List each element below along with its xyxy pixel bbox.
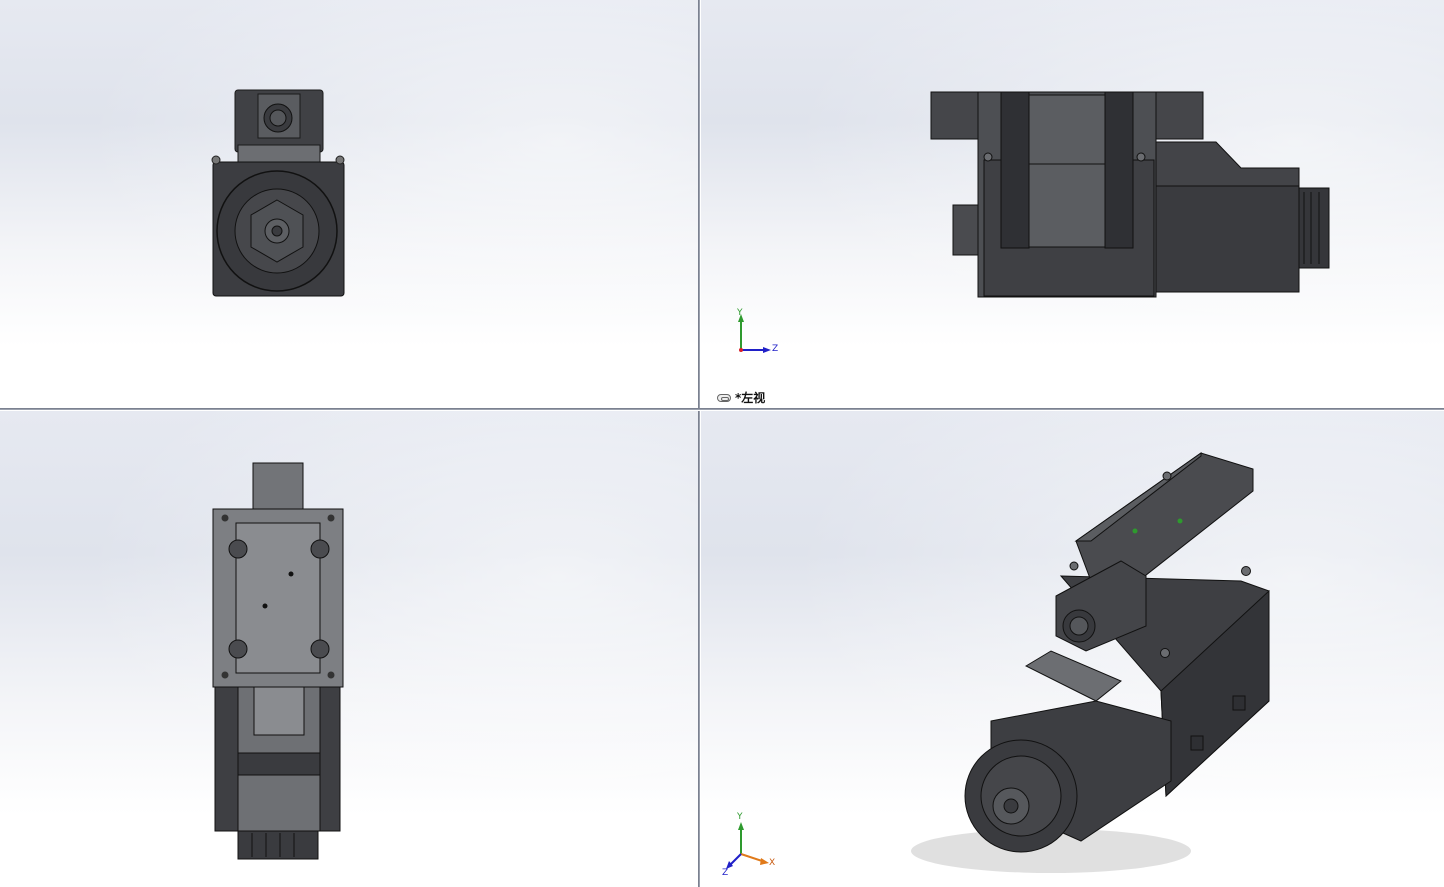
coordinate-triad: Y X Z — [721, 812, 781, 878]
viewport-left[interactable]: Y Z *左视 — [701, 0, 1444, 408]
axis-x-label: X — [769, 858, 776, 868]
axis-z-label: Z — [722, 868, 729, 878]
view-name-label[interactable]: *左视 — [717, 389, 765, 406]
viewport-front[interactable] — [0, 0, 698, 408]
front-view-model — [211, 89, 345, 297]
viewport-isometric[interactable]: Y X Z — [701, 411, 1444, 887]
axis-z-label: Z — [772, 344, 779, 354]
view-name-text: *左视 — [735, 391, 766, 405]
coordinate-triad: Y Z — [731, 308, 781, 360]
link-icon[interactable] — [717, 393, 731, 402]
axis-y-label: Y — [737, 308, 743, 318]
top-view-model — [212, 462, 344, 860]
axis-y-label: Y — [737, 812, 743, 822]
left-view-model — [930, 91, 1330, 298]
isometric-view-model — [911, 452, 1270, 873]
viewport-top[interactable] — [0, 411, 698, 887]
